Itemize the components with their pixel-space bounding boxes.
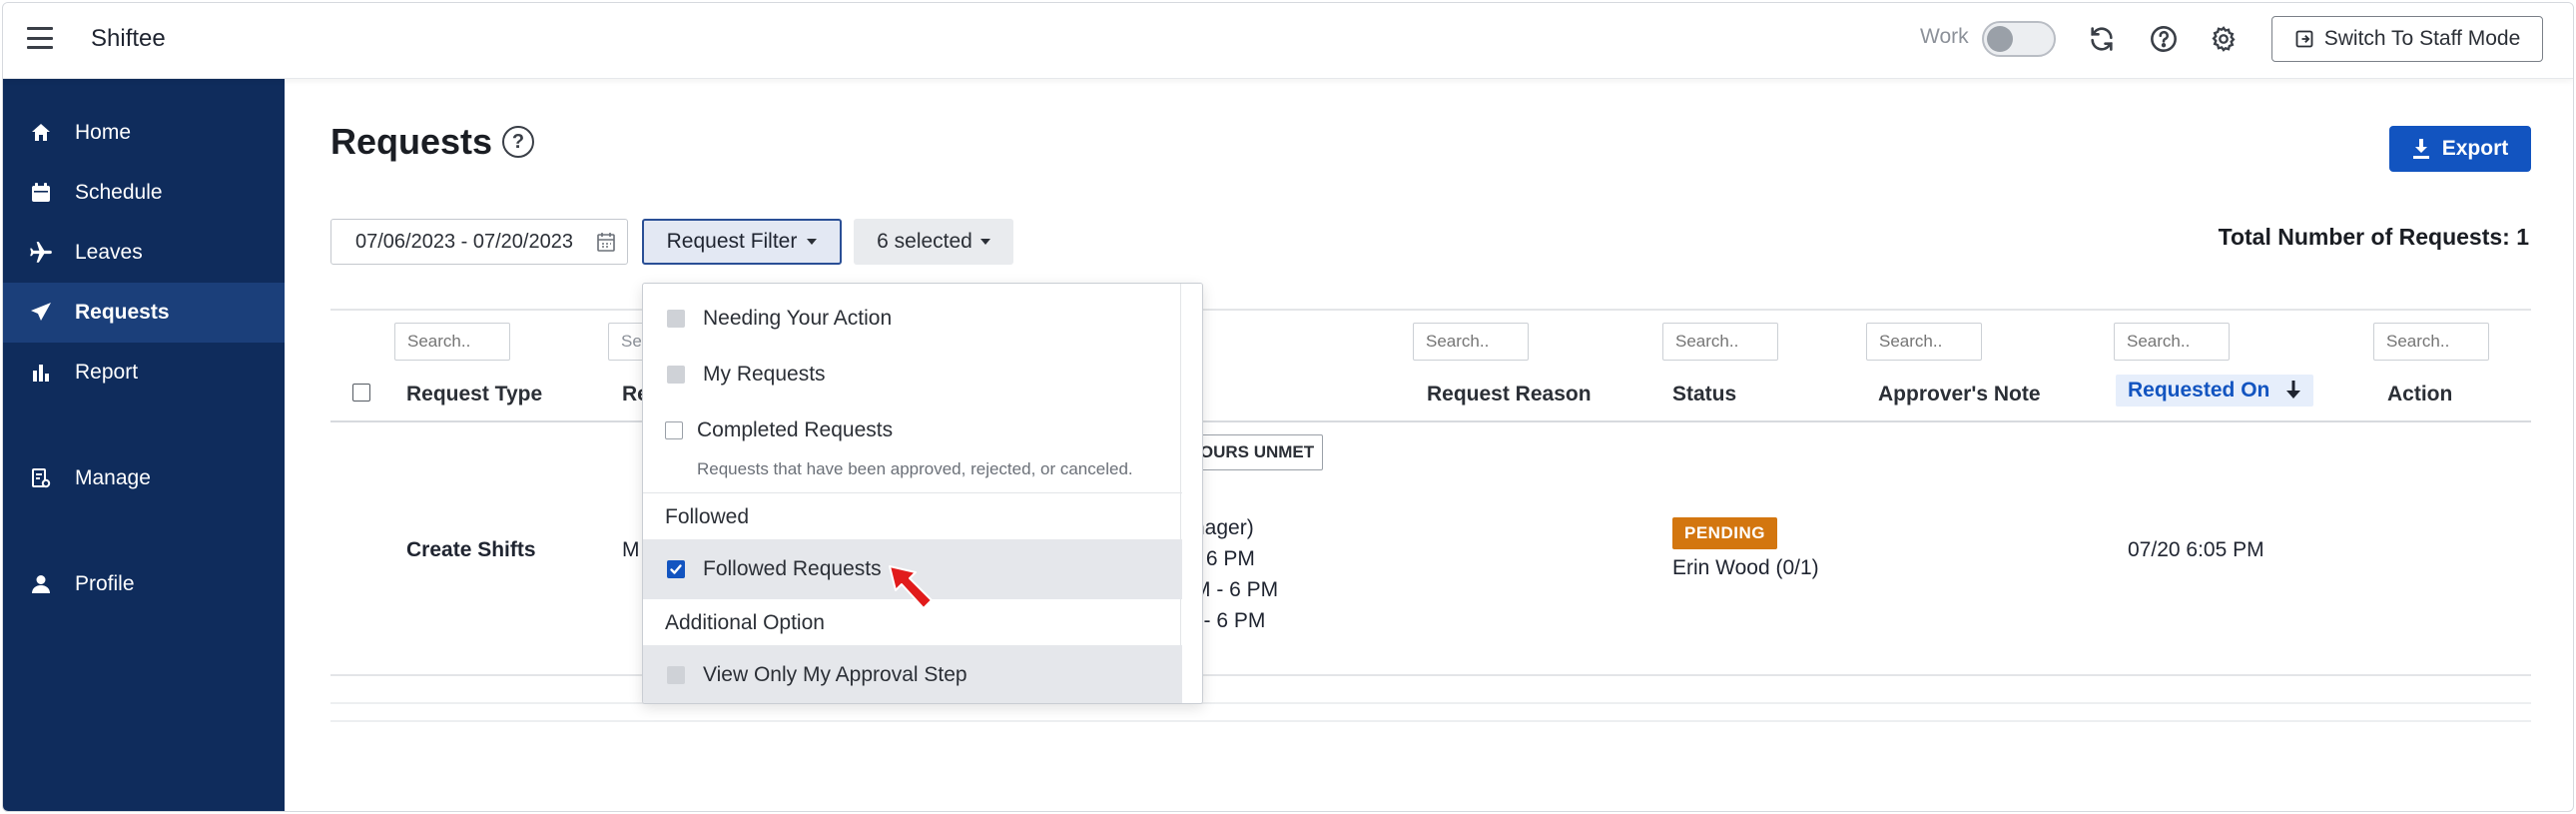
selected-count-dropdown[interactable]: 6 selected: [854, 219, 1013, 265]
chevron-down-icon: [979, 239, 990, 245]
switch-to-staff-mode-button[interactable]: Switch To Staff Mode: [2271, 16, 2543, 62]
status-badge: PENDING: [1672, 517, 1777, 549]
menu-divider: [643, 492, 1182, 493]
filter-option-needing-action[interactable]: Needing Your Action: [643, 298, 1182, 340]
switch-mode-icon: [2295, 30, 2313, 48]
work-toggle[interactable]: [1982, 21, 2056, 57]
page-help-icon[interactable]: ?: [502, 126, 534, 158]
chevron-down-icon: [807, 239, 818, 245]
sidebar-item-label: Requests: [75, 301, 170, 324]
filter-option-label: Needing Your Action: [703, 307, 893, 330]
column-header-request-reason[interactable]: Request Reason: [1427, 383, 1592, 407]
checkbox-disabled: [667, 366, 685, 384]
sidebar-item-label: Manage: [75, 466, 151, 489]
help-icon[interactable]: [2148, 23, 2180, 55]
section-heading-additional: Additional Option: [665, 611, 825, 634]
manage-icon: [27, 464, 55, 492]
sidebar-item-manage[interactable]: Manage: [3, 448, 285, 508]
filter-option-label: Followed Requests: [703, 557, 882, 580]
sidebar-item-label: Profile: [75, 572, 135, 595]
cell-approver: Erin Wood (0/1): [1672, 556, 1819, 579]
export-label: Export: [2441, 137, 2509, 160]
column-header-request-type[interactable]: Request Type: [406, 383, 542, 407]
sidebar-item-leaves[interactable]: Leaves: [3, 223, 285, 283]
top-bar: Shiftee Work Switch To Staff Mode: [3, 3, 2573, 79]
sort-descending-icon: [2286, 381, 2301, 399]
sidebar-item-label: Home: [75, 121, 132, 144]
search-input-status[interactable]: [1662, 323, 1778, 361]
checkbox-disabled: [667, 666, 685, 684]
date-range-picker[interactable]: 07/06/2023 - 07/20/2023: [330, 219, 628, 265]
settings-gear-icon[interactable]: [2208, 23, 2240, 55]
work-toggle-label: Work: [1920, 25, 1969, 48]
plane-icon: [27, 239, 55, 267]
filter-option-my-requests[interactable]: My Requests: [643, 354, 1182, 396]
column-header-status[interactable]: Status: [1672, 383, 1736, 407]
sidebar-item-label: Schedule: [75, 181, 163, 204]
section-heading-followed: Followed: [665, 505, 750, 528]
checkbox-unchecked[interactable]: [665, 421, 683, 439]
page-title: Requests: [330, 121, 493, 162]
filter-option-label: Completed Requests: [697, 418, 894, 441]
filter-option-label: My Requests: [703, 363, 826, 386]
bar-chart-icon: [27, 359, 55, 387]
request-filter-label: Request Filter: [666, 230, 798, 253]
red-pointer-arrow-icon: [889, 565, 933, 609]
search-input-request-reason[interactable]: [1413, 323, 1529, 361]
sidebar-item-label: Leaves: [75, 241, 143, 264]
refresh-icon[interactable]: [2086, 23, 2118, 55]
checkbox-disabled: [667, 310, 685, 328]
download-icon: [2412, 139, 2429, 159]
search-input-action[interactable]: [2373, 323, 2489, 361]
sidebar-item-schedule[interactable]: Schedule: [3, 163, 285, 223]
filter-option-view-only-my-step[interactable]: View Only My Approval Step: [643, 645, 1182, 703]
calendar-icon: [27, 179, 55, 207]
sidebar-item-profile[interactable]: Profile: [3, 554, 285, 614]
search-partial-text: Se: [621, 332, 642, 351]
cell-request-type: Create Shifts: [406, 538, 536, 561]
sidebar-item-home[interactable]: Home: [3, 103, 285, 163]
sidebar-item-label: Report: [75, 361, 139, 384]
request-filter-dropdown[interactable]: Request Filter: [642, 219, 842, 265]
calendar-small-icon: [597, 233, 615, 252]
switch-mode-label: Switch To Staff Mode: [2323, 27, 2521, 50]
column-header-action[interactable]: Action: [2387, 383, 2452, 407]
column-header-requested-on[interactable]: Requested On: [2116, 375, 2314, 407]
search-input-requested-on[interactable]: [2114, 323, 2230, 361]
sidebar-item-report[interactable]: Report: [3, 343, 285, 403]
requested-on-label: Requested On: [2128, 379, 2270, 402]
filter-option-label: View Only My Approval Step: [703, 663, 967, 686]
dropdown-scrollbar[interactable]: [1180, 284, 1202, 703]
sidebar: Home Schedule Leaves Requests Report Man…: [3, 79, 285, 811]
home-icon: [27, 119, 55, 147]
total-requests-count: Total Number of Requests: 1: [2218, 224, 2529, 250]
user-icon: [27, 570, 55, 598]
cell-detail-line: M - 6 PM: [1193, 578, 1279, 601]
cell-requested-on: 07/20 6:05 PM: [2128, 538, 2264, 561]
date-range-value: 07/06/2023 - 07/20/2023: [355, 230, 573, 253]
selected-count-label: 6 selected: [877, 230, 972, 253]
column-header-approver-note[interactable]: Approver's Note: [1878, 383, 2041, 407]
table-footer-rule: [330, 720, 2531, 722]
search-input-request-type[interactable]: [394, 323, 510, 361]
select-all-checkbox[interactable]: [352, 384, 370, 402]
checkmark-icon: [670, 564, 682, 574]
app-window: Shiftee Work Switch To Staff Mode Home S…: [2, 2, 2574, 812]
cell-detail-line: l - 6 PM: [1193, 609, 1266, 632]
search-input-approver-note[interactable]: [1866, 323, 1982, 361]
brand-name: Shiftee: [91, 25, 166, 52]
cell-requester: M: [622, 538, 640, 561]
filter-option-completed[interactable]: Completed Requests: [643, 409, 1182, 451]
request-filter-menu: Needing Your Action My Requests Complete…: [642, 283, 1203, 704]
completed-description: Requests that have been approved, reject…: [697, 459, 1133, 478]
export-button[interactable]: Export: [2389, 126, 2531, 172]
hamburger-menu-icon[interactable]: [27, 27, 53, 49]
send-icon: [27, 299, 55, 327]
hours-unmet-badge: OURS UNMET: [1191, 434, 1323, 470]
checkbox-checked[interactable]: [667, 560, 685, 578]
toggle-knob: [1987, 26, 2013, 52]
sidebar-item-requests[interactable]: Requests: [3, 283, 285, 343]
